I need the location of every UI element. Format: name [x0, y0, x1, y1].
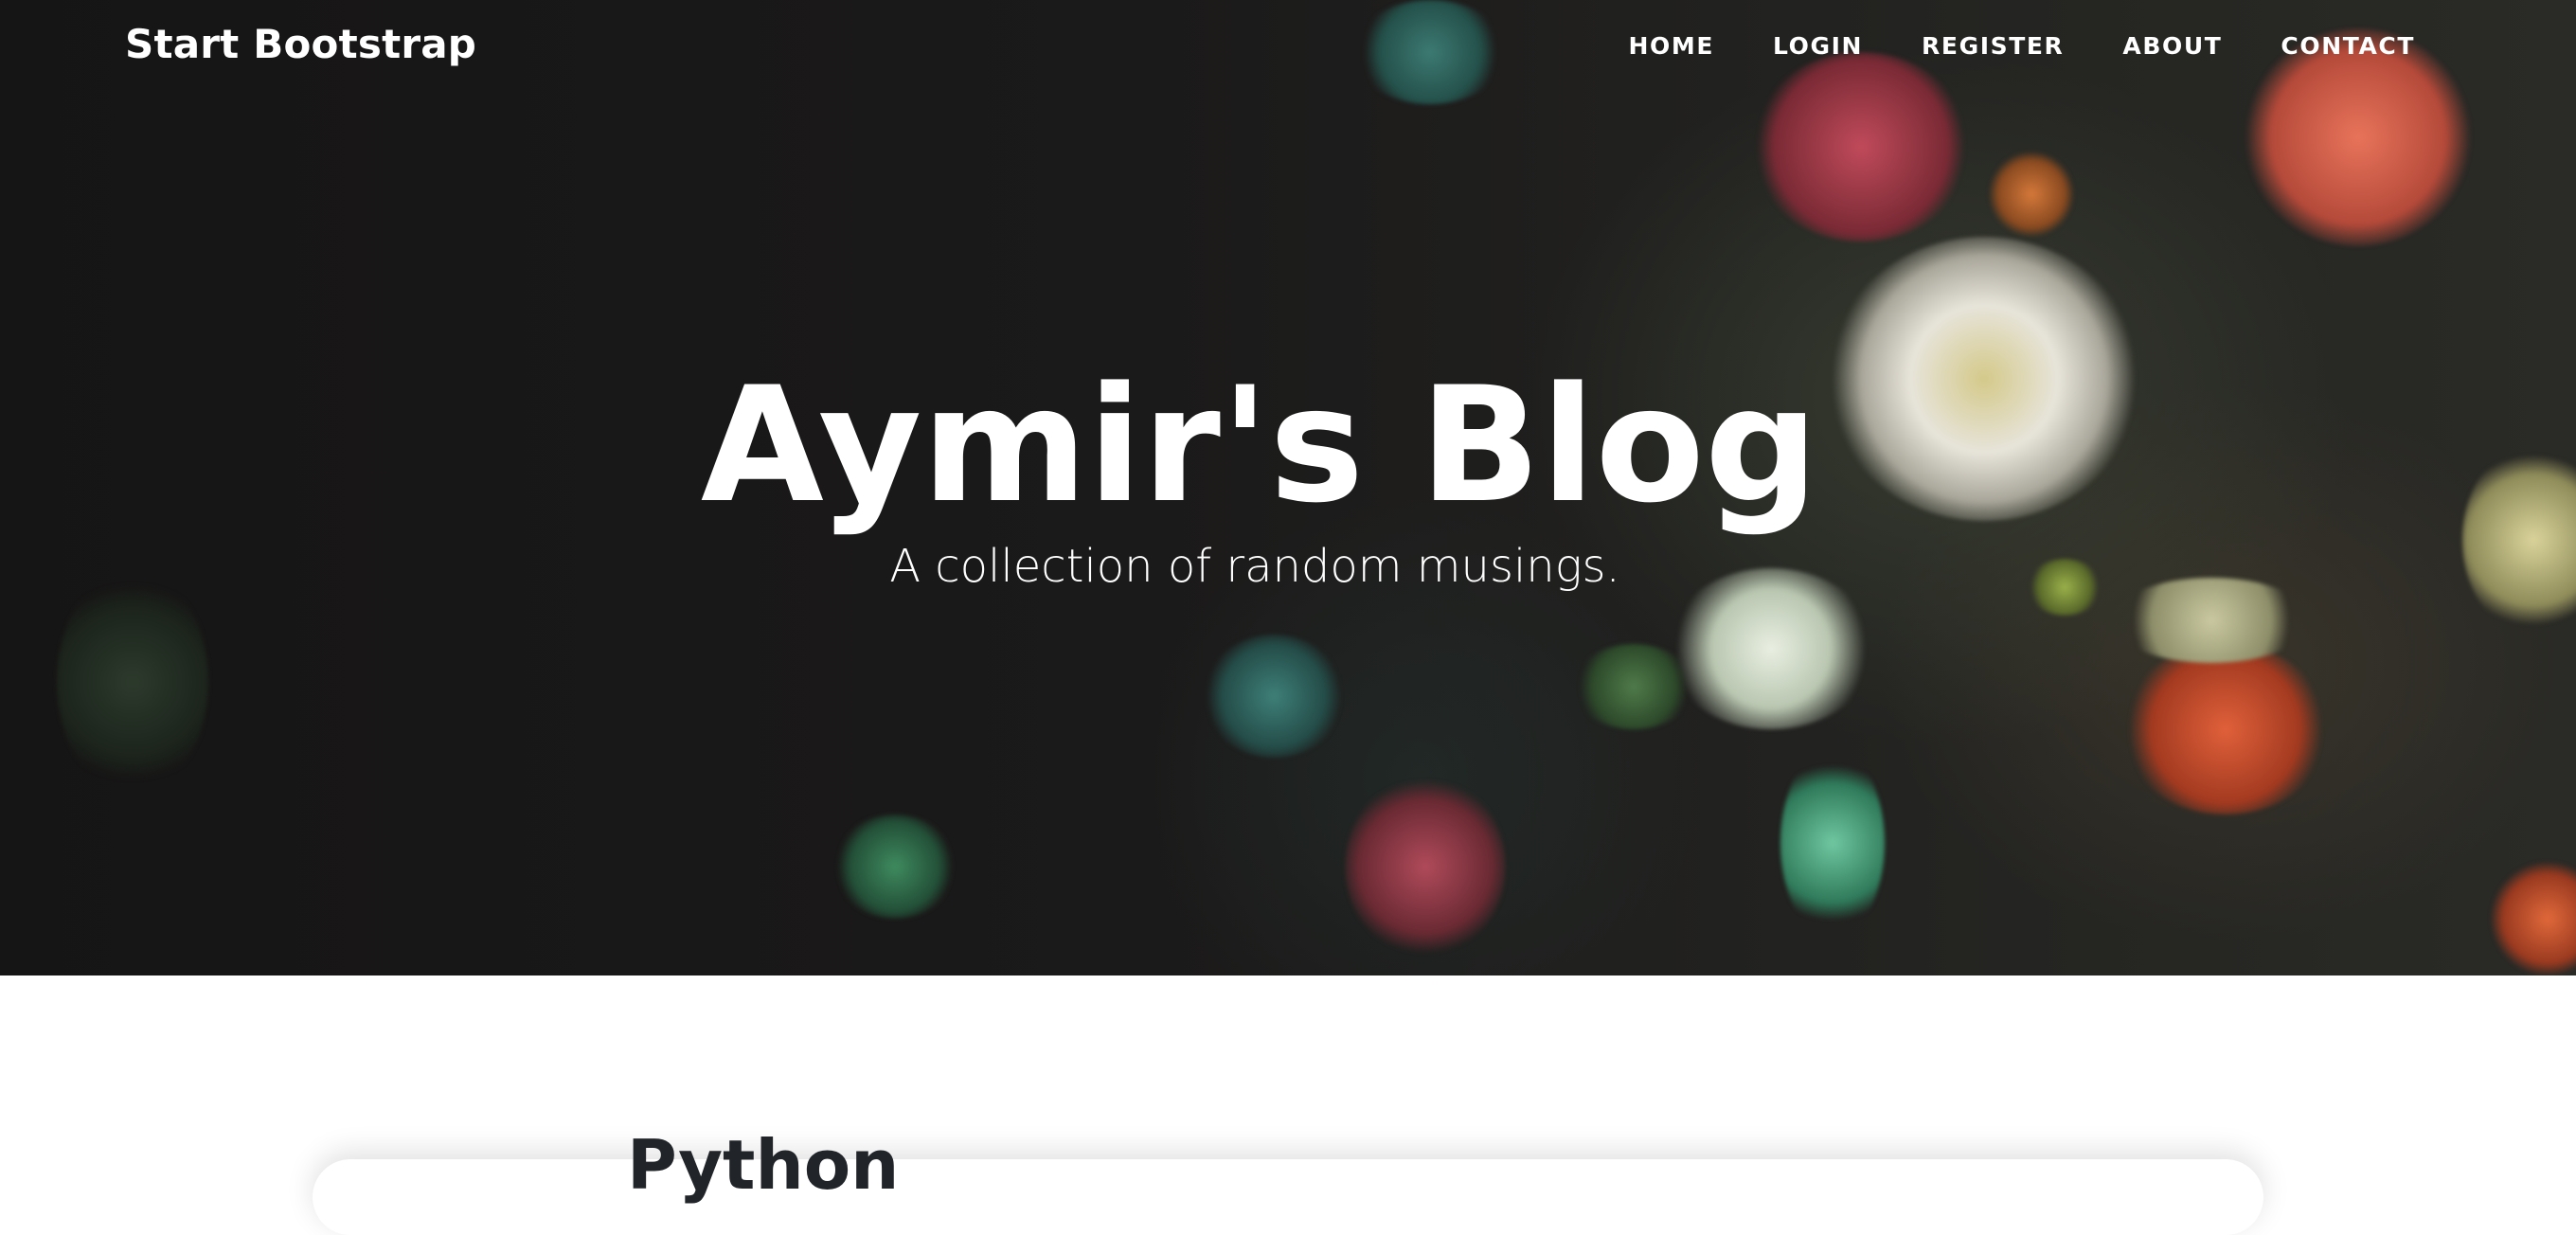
nav-link-home[interactable]: HOME [1628, 32, 1714, 60]
nav-link-login[interactable]: LOGIN [1773, 32, 1863, 60]
nav-link-register[interactable]: REGISTER [1922, 32, 2064, 60]
anemone-decoration [833, 814, 957, 919]
hero-header: Start Bootstrap HOME LOGIN REGISTER ABOU… [0, 0, 2576, 975]
hero-subtitle: A collection of random musings. [889, 540, 1620, 593]
nav-links: HOME LOGIN REGISTER ABOUT CONTACT [1628, 32, 2415, 60]
hero-title: Aymir's Blog [700, 352, 1819, 538]
nav-link-about[interactable]: ABOUT [2122, 32, 2222, 60]
anemone-decoration [1989, 152, 2074, 237]
anemone-decoration [57, 568, 208, 796]
anemone-decoration [1345, 777, 1506, 957]
anemone-decoration [2491, 862, 2576, 975]
nav-link-contact[interactable]: CONTACT [2281, 32, 2415, 60]
anemone-decoration [2121, 644, 2330, 814]
anemone-decoration [1572, 644, 1695, 729]
top-navbar: Start Bootstrap HOME LOGIN REGISTER ABOU… [0, 0, 2576, 91]
section-title: Python [627, 1125, 900, 1205]
post-card [313, 1159, 2263, 1235]
anemone-decoration [1780, 748, 1885, 938]
brand-link[interactable]: Start Bootstrap [125, 21, 476, 67]
anemone-decoration [1203, 635, 1345, 758]
